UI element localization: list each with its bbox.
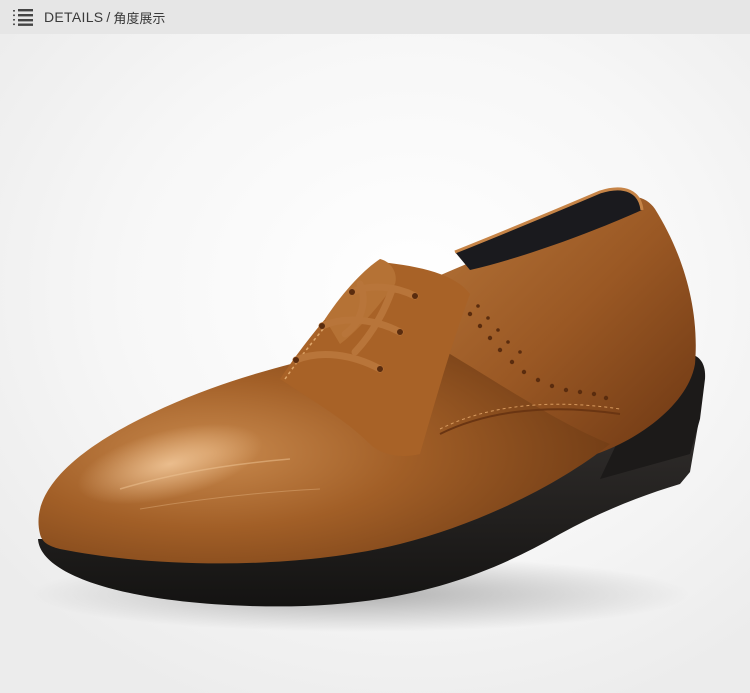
title-separator: /: [106, 9, 111, 25]
section-header: DETAILS / 角度展示: [0, 0, 750, 34]
section-title-en: DETAILS: [44, 9, 104, 25]
list-menu-icon: [12, 7, 34, 27]
page: DETAILS / 角度展示: [0, 0, 750, 693]
shoe-product-image: [30, 187, 706, 632]
section-title-zh: 角度展示: [113, 11, 166, 27]
